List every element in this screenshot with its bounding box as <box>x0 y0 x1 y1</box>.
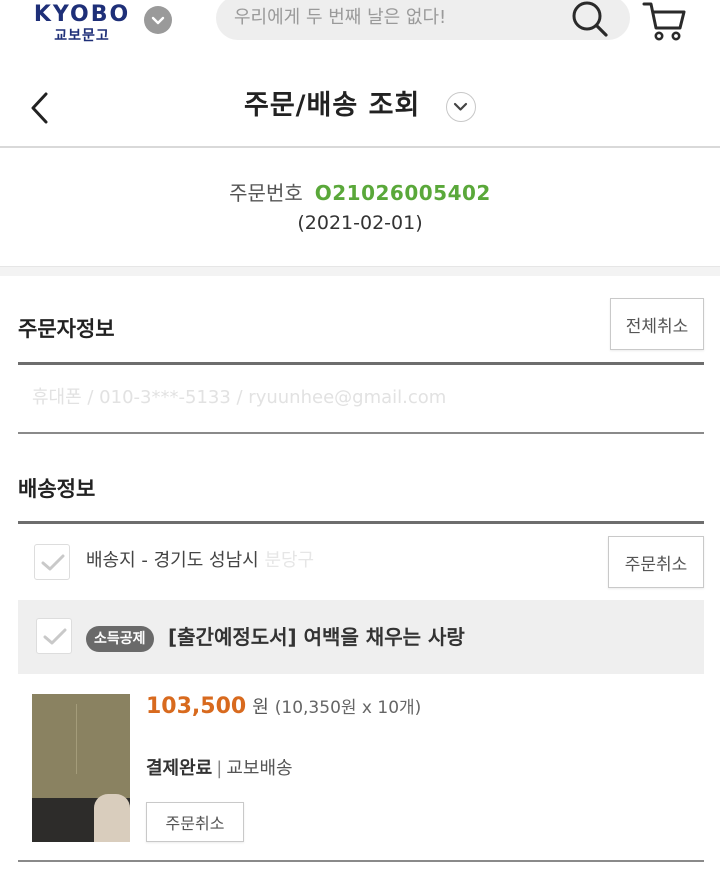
price-line: 103,500 원 (10,350원 x 10개) <box>146 692 421 723</box>
book-cover-image[interactable] <box>32 694 130 842</box>
product-cancel-button[interactable]: 주문취소 <box>146 802 244 842</box>
price-unit: 원 <box>252 697 269 718</box>
order-status-line: 결제완료 | 교보배송 <box>146 754 293 784</box>
shipping-address-faded: 분당구 <box>264 550 315 571</box>
order-summary: 주문번호 O21026005402 (2021-02-01) <box>0 148 720 266</box>
checkmark-icon <box>43 628 67 645</box>
section-spacer <box>0 266 720 276</box>
orderer-divider <box>18 362 704 365</box>
product-title[interactable]: [출간예정도서] 여백을 채우는 사랑 <box>168 620 465 654</box>
page-header: 주문/배송 조회 <box>0 70 720 146</box>
orderer-info-title: 주문자정보 <box>18 317 115 341</box>
delivery-method: 교보배송 <box>226 758 293 779</box>
title-dropdown-icon[interactable] <box>446 92 476 122</box>
cancel-all-button[interactable]: 전체취소 <box>610 298 704 350</box>
order-number-line: 주문번호 O21026005402 <box>0 178 720 208</box>
orderer-bottom-divider <box>18 432 704 434</box>
checkmark-icon <box>41 554 65 571</box>
kyobo-logo[interactable]: KYOBO 교보문고 <box>32 2 132 44</box>
chevron-down-icon[interactable] <box>144 6 172 34</box>
cart-icon[interactable] <box>640 0 688 44</box>
shipping-info-title: 배송정보 <box>18 477 96 501</box>
order-number: O21026005402 <box>314 181 491 205</box>
payment-status: 결제완료 <box>146 758 213 779</box>
shipment-cancel-button[interactable]: 주문취소 <box>608 536 704 588</box>
product-bottom-divider <box>18 860 704 862</box>
orderer-contact: 휴대폰 / 010-3***-5133 / ryuunhee@gmail.com <box>32 387 447 408</box>
page-title: 주문/배송 조회 <box>244 90 421 121</box>
product-price: 103,500 <box>146 694 247 719</box>
order-number-label: 주문번호 <box>229 181 303 205</box>
back-arrow-icon[interactable] <box>24 86 56 130</box>
price-detail: (10,350원 x 10개) <box>274 698 422 718</box>
shipping-address-text: 배송지 - 경기도 성남시 <box>86 550 259 571</box>
logo-text-ko: 교보문고 <box>54 28 110 44</box>
tax-deduction-badge: 소득공제 <box>86 626 154 652</box>
product-checkbox[interactable] <box>36 618 72 654</box>
status-separator: | <box>216 758 223 779</box>
shipping-address: 배송지 - 경기도 성남시 분당구 <box>86 546 314 576</box>
address-checkbox[interactable] <box>34 544 70 580</box>
order-date: (2021-02-01) <box>297 212 423 234</box>
search-icon[interactable] <box>568 0 612 42</box>
shipping-divider <box>18 521 704 524</box>
top-bar: KYOBO 교보문고 <box>0 0 720 58</box>
logo-text-en: KYOBO <box>33 2 131 27</box>
search-input[interactable] <box>234 4 564 30</box>
